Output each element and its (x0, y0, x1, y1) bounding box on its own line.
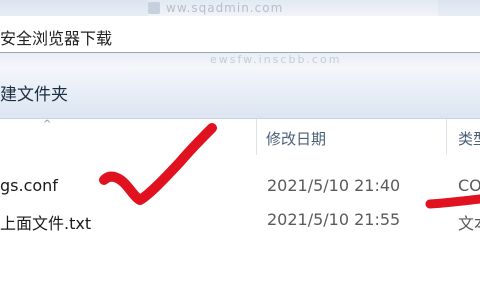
file-row[interactable]: 上面文件.txt 2021/5/10 21:55 文本 (0, 204, 480, 236)
file-date-modified: 2021/5/10 21:55 (267, 210, 401, 229)
tab-title: ww.sqadmin.com (166, 1, 284, 15)
address-bar[interactable]: 安全浏览器下载 (0, 16, 480, 53)
browser-tab-strip: ww.sqadmin.com (0, 0, 480, 16)
column-header-type[interactable]: 类型 (458, 128, 480, 149)
file-type: 文本 (458, 214, 480, 233)
browser-tab[interactable]: ww.sqadmin.com (148, 0, 438, 16)
watermark-text: ewsfw.inscbb.com (210, 53, 342, 66)
sort-ascending-icon: ^ (43, 119, 52, 130)
new-folder-button[interactable]: 建文件夹 (0, 80, 68, 105)
watermark-row: ewsfw.inscbb.com (0, 53, 480, 67)
column-header-date-modified[interactable]: 修改日期 (266, 128, 326, 149)
file-name: 上面文件.txt (0, 214, 92, 233)
column-divider[interactable] (446, 119, 447, 155)
file-row[interactable]: gs.conf 2021/5/10 21:40 CO (0, 170, 480, 202)
file-name: gs.conf (0, 176, 58, 195)
file-date-modified: 2021/5/10 21:40 (267, 176, 401, 195)
file-type: CO (458, 176, 480, 195)
column-divider[interactable] (256, 119, 257, 155)
explorer-window: ww.sqadmin.com 安全浏览器下载 ewsfw.inscbb.com … (0, 0, 480, 300)
column-header-row: ^ 修改日期 类型 (0, 119, 480, 155)
toolbar: 建文件夹 (0, 67, 480, 119)
address-path[interactable]: 安全浏览器下载 (0, 25, 112, 49)
tab-favicon-icon (148, 2, 160, 14)
